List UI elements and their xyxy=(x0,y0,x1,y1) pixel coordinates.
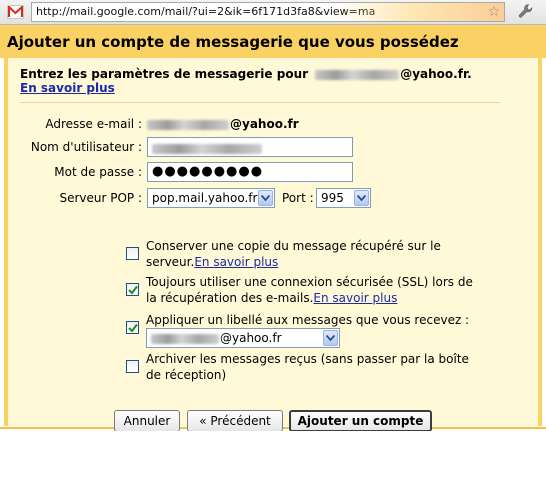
dialog-title: Ajouter un compte de messagerie que vous… xyxy=(0,25,546,58)
checkmark-icon xyxy=(128,285,138,295)
email-domain: @yahoo.fr xyxy=(230,117,299,131)
port-value: 995 xyxy=(321,191,344,205)
keep-copy-checkbox[interactable] xyxy=(126,247,139,260)
cancel-button[interactable]: Annuler xyxy=(114,410,180,432)
password-field[interactable]: ●●●●●●●●● xyxy=(147,162,353,182)
chevron-down-icon xyxy=(258,190,273,206)
previous-button[interactable]: « Précédent xyxy=(187,410,283,432)
ssl-learn-more-link[interactable]: En savoir plus xyxy=(313,291,397,305)
label-select[interactable]: @yahoo.fr xyxy=(146,328,340,348)
wrench-icon[interactable] xyxy=(516,3,536,21)
redacted-username-value xyxy=(152,143,262,154)
redacted-username xyxy=(315,69,400,80)
apply-label-checkbox[interactable] xyxy=(126,321,139,334)
password-label: Mot de passe : xyxy=(54,165,142,179)
pop-server-select[interactable]: pop.mail.yahoo.fr xyxy=(147,188,275,208)
archive-checkbox[interactable] xyxy=(126,360,139,373)
redacted-label-name xyxy=(151,333,219,344)
checkmark-icon xyxy=(128,323,138,333)
address-bar-url: http://mail.google.com/mail/?ui=2&ik=6f1… xyxy=(36,5,376,18)
address-bar[interactable]: http://mail.google.com/mail/?ui=2&ik=6f1… xyxy=(31,2,505,22)
ssl-label: Toujours utiliser une connexion sécurisé… xyxy=(146,274,476,306)
port-select[interactable]: 995 xyxy=(316,188,371,208)
chevron-down-icon xyxy=(323,330,338,346)
dialog-intro: Entrez les paramètres de messagerie pour… xyxy=(20,67,530,82)
username-label: Nom d'utilisateur : xyxy=(30,140,142,154)
archive-text: Archiver les messages reçus (sans passer… xyxy=(146,352,469,382)
keep-copy-text: Conserver une copie du message récupéré … xyxy=(146,239,441,269)
email-value: @yahoo.fr xyxy=(147,116,299,132)
ssl-checkbox[interactable] xyxy=(126,283,139,296)
label-select-value: @yahoo.fr xyxy=(220,331,282,345)
bookmark-star-icon[interactable]: ☆ xyxy=(486,4,502,20)
divider xyxy=(20,102,500,103)
gmail-icon xyxy=(7,5,24,19)
pop-server-value: pop.mail.yahoo.fr xyxy=(152,191,258,205)
learn-more-link[interactable]: En savoir plus xyxy=(20,81,115,95)
apply-label-text: Appliquer un libellé aux messages que vo… xyxy=(146,313,470,327)
dialog-body: Entrez les paramètres de messagerie pour… xyxy=(4,58,542,432)
keep-copy-learn-more-link[interactable]: En savoir plus xyxy=(194,255,278,269)
port-label: Port : xyxy=(282,191,314,205)
intro-domain: @yahoo.fr. xyxy=(400,67,472,81)
add-account-dialog: Ajouter un compte de messagerie que vous… xyxy=(0,25,546,432)
browser-toolbar: http://mail.google.com/mail/?ui=2&ik=6f1… xyxy=(0,0,546,25)
page-background xyxy=(0,431,546,485)
username-field[interactable] xyxy=(147,137,353,157)
add-account-button[interactable]: Ajouter un compte xyxy=(289,410,432,432)
redacted-email xyxy=(147,119,229,130)
ssl-text: Toujours utiliser une connexion sécurisé… xyxy=(146,275,473,305)
email-label: Adresse e-mail : xyxy=(45,117,142,131)
intro-text: Entrez les paramètres de messagerie pour xyxy=(20,67,309,81)
chevron-down-icon xyxy=(354,190,369,206)
pop-server-label: Serveur POP : xyxy=(59,191,142,205)
keep-copy-label: Conserver une copie du message récupéré … xyxy=(146,238,476,270)
